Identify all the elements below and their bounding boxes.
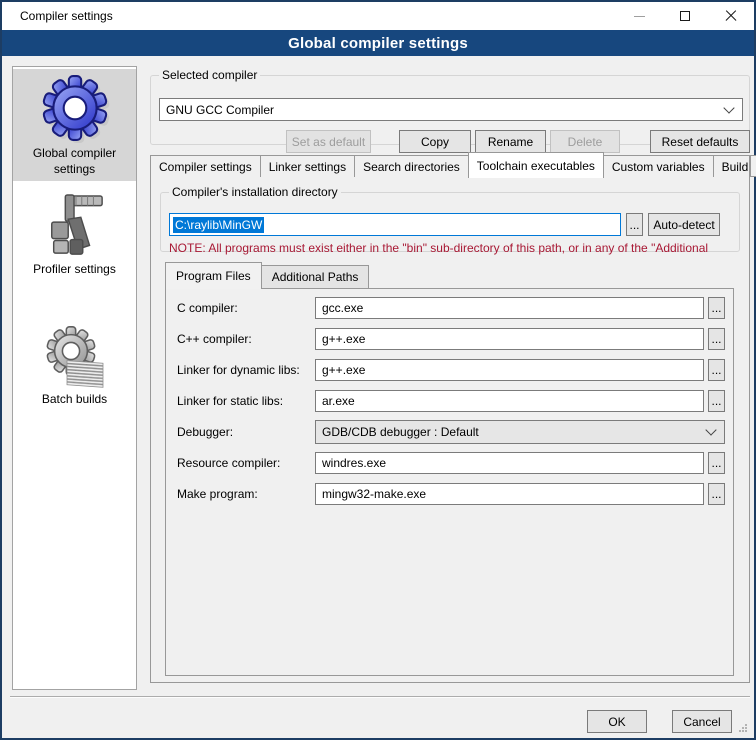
- sidebar-item-label: Profiler settings: [29, 262, 120, 282]
- sidebar-item-batch-builds[interactable]: Batch builds: [13, 321, 136, 412]
- tab-build-options[interactable]: Build options: [713, 155, 750, 177]
- resource-compiler-input[interactable]: windres.exe: [315, 452, 704, 474]
- program-files-page: C compiler: gcc.exe... C++ compiler: g++.ex…: [165, 288, 734, 676]
- selected-compiler-legend: Selected compiler: [159, 68, 260, 82]
- compiler-select[interactable]: GNU GCC Compiler: [159, 98, 743, 121]
- tab-search-directories[interactable]: Search directories: [354, 155, 469, 177]
- paths-tab-bar: Program FilesAdditional Paths: [165, 261, 368, 288]
- make-program-browse-button[interactable]: ...: [708, 483, 725, 505]
- cancel-button[interactable]: Cancel: [672, 710, 732, 733]
- linker-for-dynamic-libs-input-value: g++.exe: [322, 363, 365, 377]
- debugger-select-value: GDB/CDB debugger : Default: [322, 425, 479, 439]
- c-compiler-input-value: gcc.exe: [322, 301, 363, 315]
- reset-defaults-button[interactable]: Reset defaults: [650, 130, 750, 153]
- installation-directory-input[interactable]: C:\raylib\MinGW: [169, 213, 621, 236]
- selected-compiler-group: Selected compiler GNU GCC Compiler Set a…: [150, 68, 750, 145]
- debugger-row: Debugger: GDB/CDB debugger : Default: [177, 421, 725, 443]
- debugger-label: Debugger:: [177, 425, 315, 439]
- linker-for-static-libs-browse-button[interactable]: ...: [708, 390, 725, 412]
- subtab-additional-paths[interactable]: Additional Paths: [261, 265, 370, 288]
- sidebar-item-label: Batch builds: [38, 392, 111, 412]
- sidebar-item-profiler-settings[interactable]: Profiler settings: [13, 189, 136, 282]
- maximize-icon: [680, 11, 690, 21]
- blue-gear-icon: [40, 73, 110, 143]
- sidebar-item-global-compiler-settings[interactable]: Global compiler settings: [13, 69, 136, 181]
- linker-for-static-libs-row: Linker for static libs: ar.exe...: [177, 390, 725, 412]
- installation-directory-group: Compiler's installation directory C:\ray…: [160, 185, 740, 252]
- auto-detect-button[interactable]: Auto-detect: [648, 213, 720, 236]
- set-as-default-button[interactable]: Set as default: [286, 130, 371, 153]
- minimize-button[interactable]: [616, 2, 662, 30]
- rename-button[interactable]: Rename: [475, 130, 546, 153]
- toolchain-executables-page: Compiler's installation directory C:\ray…: [150, 176, 750, 683]
- installation-directory-legend: Compiler's installation directory: [169, 185, 341, 199]
- c-compiler-label: C compiler:: [177, 301, 315, 315]
- settings-category-list: Global compiler settings Profiler settin…: [12, 66, 137, 690]
- tab-toolchain-executables[interactable]: Toolchain executables: [468, 152, 604, 178]
- tab-scroll-buttons: [750, 155, 756, 177]
- linker-for-dynamic-libs-label: Linker for dynamic libs:: [177, 363, 315, 377]
- resource-compiler-input-value: windres.exe: [322, 456, 386, 470]
- make-program-label: Make program:: [177, 487, 315, 501]
- debugger-select[interactable]: GDB/CDB debugger : Default: [315, 420, 725, 444]
- copy-button[interactable]: Copy: [399, 130, 471, 153]
- settings-tab-bar: Compiler settingsLinker settingsSearch d…: [150, 151, 750, 177]
- installation-directory-browse-button[interactable]: ...: [626, 213, 643, 236]
- make-program-input[interactable]: mingw32-make.exe: [315, 483, 704, 505]
- title-bar: Compiler settings: [2, 2, 754, 30]
- compiler-select-value: GNU GCC Compiler: [166, 103, 274, 117]
- linker-for-static-libs-input[interactable]: ar.exe: [315, 390, 704, 412]
- cpp-compiler-label: C++ compiler:: [177, 332, 315, 346]
- delete-button[interactable]: Delete: [550, 130, 620, 153]
- linker-for-static-libs-label: Linker for static libs:: [177, 394, 315, 408]
- cpp-compiler-browse-button[interactable]: ...: [708, 328, 725, 350]
- resource-compiler-row: Resource compiler: windres.exe...: [177, 452, 725, 474]
- window-title: Compiler settings: [2, 9, 113, 23]
- resource-compiler-browse-button[interactable]: ...: [708, 452, 725, 474]
- resize-grip[interactable]: [737, 722, 749, 734]
- close-button[interactable]: [708, 2, 754, 30]
- c-compiler-input[interactable]: gcc.exe: [315, 297, 704, 319]
- selected-path-text: C:\raylib\MinGW: [173, 217, 264, 233]
- make-program-input-value: mingw32-make.exe: [322, 487, 426, 501]
- window-controls: [616, 2, 754, 30]
- c-compiler-row: C compiler: gcc.exe...: [177, 297, 725, 319]
- linker-for-dynamic-libs-row: Linker for dynamic libs: g++.exe...: [177, 359, 725, 381]
- batch-gear-stack-icon: [43, 325, 107, 389]
- cpp-compiler-input-value: g++.exe: [322, 332, 365, 346]
- main-content: Selected compiler GNU GCC Compiler Set a…: [150, 62, 750, 690]
- compiler-settings-dialog: Compiler settings Global compiler settin…: [0, 0, 756, 740]
- tab-custom-variables[interactable]: Custom variables: [603, 155, 714, 177]
- close-icon: [725, 10, 737, 22]
- cpp-compiler-row: C++ compiler: g++.exe...: [177, 328, 725, 350]
- profiler-caliper-icon: [44, 193, 106, 259]
- tab-scroll-left-button[interactable]: [750, 155, 756, 177]
- make-program-row: Make program: mingw32-make.exe...: [177, 483, 725, 505]
- chevron-down-icon: [705, 424, 716, 435]
- c-compiler-browse-button[interactable]: ...: [708, 297, 725, 319]
- linker-for-dynamic-libs-input[interactable]: g++.exe: [315, 359, 704, 381]
- tab-linker-settings[interactable]: Linker settings: [260, 155, 355, 177]
- linker-for-dynamic-libs-browse-button[interactable]: ...: [708, 359, 725, 381]
- footer-separator: [10, 696, 750, 698]
- note-text: NOTE: All programs must exist either in …: [169, 241, 731, 255]
- minimize-icon: [634, 16, 645, 17]
- sidebar-item-label: Global compiler settings: [13, 146, 136, 181]
- dialog-header: Global compiler settings: [2, 30, 754, 56]
- ok-button[interactable]: OK: [587, 710, 647, 733]
- cpp-compiler-input[interactable]: g++.exe: [315, 328, 704, 350]
- linker-for-static-libs-input-value: ar.exe: [322, 394, 355, 408]
- subtab-program-files[interactable]: Program Files: [165, 262, 262, 289]
- maximize-button[interactable]: [662, 2, 708, 30]
- chevron-down-icon: [723, 102, 734, 113]
- resource-compiler-label: Resource compiler:: [177, 456, 315, 470]
- tab-compiler-settings[interactable]: Compiler settings: [150, 155, 261, 177]
